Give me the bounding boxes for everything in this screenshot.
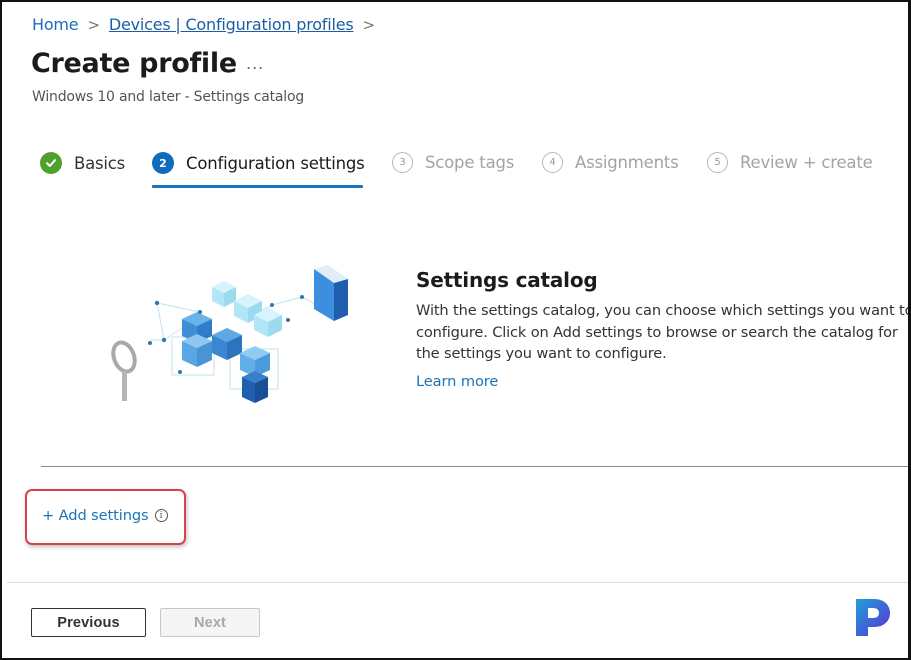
step-assignments[interactable]: 4 Assignments: [542, 152, 679, 173]
book-icon: [314, 265, 348, 321]
chevron-right-icon: >: [362, 15, 376, 34]
window-frame: Home > Devices | Configuration profiles …: [0, 0, 911, 660]
step-label: Configuration settings: [186, 153, 365, 173]
checkmark-icon: [40, 152, 62, 174]
settings-catalog-info: Settings catalog With the settings catal…: [416, 268, 911, 390]
chevron-right-icon: >: [87, 15, 100, 34]
step-number-badge: 4: [542, 152, 563, 173]
breadcrumb: Home > Devices | Configuration profiles …: [32, 15, 384, 34]
section-divider: [41, 466, 908, 467]
brand-logo-icon: [850, 594, 895, 639]
catalog-heading: Settings catalog: [416, 268, 598, 292]
step-label: Basics: [74, 153, 126, 173]
step-label: Review + create: [740, 153, 873, 172]
add-settings-label: + Add settings: [42, 507, 149, 524]
info-icon[interactable]: i: [154, 509, 168, 522]
step-number-badge: 3: [392, 152, 413, 173]
cube-mid: [182, 334, 212, 367]
next-button[interactable]: Next: [160, 608, 260, 637]
step-basics[interactable]: Basics: [40, 152, 125, 174]
catalog-description: With the settings catalog, you can choos…: [416, 302, 911, 362]
step-number-badge: 5: [707, 152, 728, 173]
step-number-badge: 2: [152, 152, 174, 174]
previous-button[interactable]: Previous: [31, 608, 146, 637]
magnifying-glass-icon: [111, 340, 137, 401]
step-scope-tags[interactable]: 3 Scope tags: [392, 152, 514, 173]
cube-mid: [212, 328, 242, 360]
step-review-create[interactable]: 5 Review + create: [707, 152, 873, 173]
step-label: Assignments: [575, 153, 679, 172]
step-configuration-settings[interactable]: 2 Configuration settings: [152, 152, 365, 174]
learn-more-link[interactable]: Learn more: [416, 373, 498, 390]
step-label: Scope tags: [425, 153, 515, 172]
page-title: Create profile: [31, 48, 237, 79]
page-subtitle: Windows 10 and later - Settings catalog: [32, 89, 305, 105]
cube-light: [212, 281, 236, 307]
add-settings-button[interactable]: + Add settings i: [42, 507, 168, 524]
footer-divider: [7, 582, 908, 583]
more-options-button[interactable]: ...: [246, 54, 264, 73]
settings-catalog-illustration: [102, 257, 362, 412]
breadcrumb-home[interactable]: Home: [32, 15, 79, 34]
active-step-indicator: [152, 185, 363, 188]
breadcrumb-configuration-profiles[interactable]: Devices | Configuration profiles: [109, 15, 354, 34]
cube-dark: [242, 371, 268, 403]
